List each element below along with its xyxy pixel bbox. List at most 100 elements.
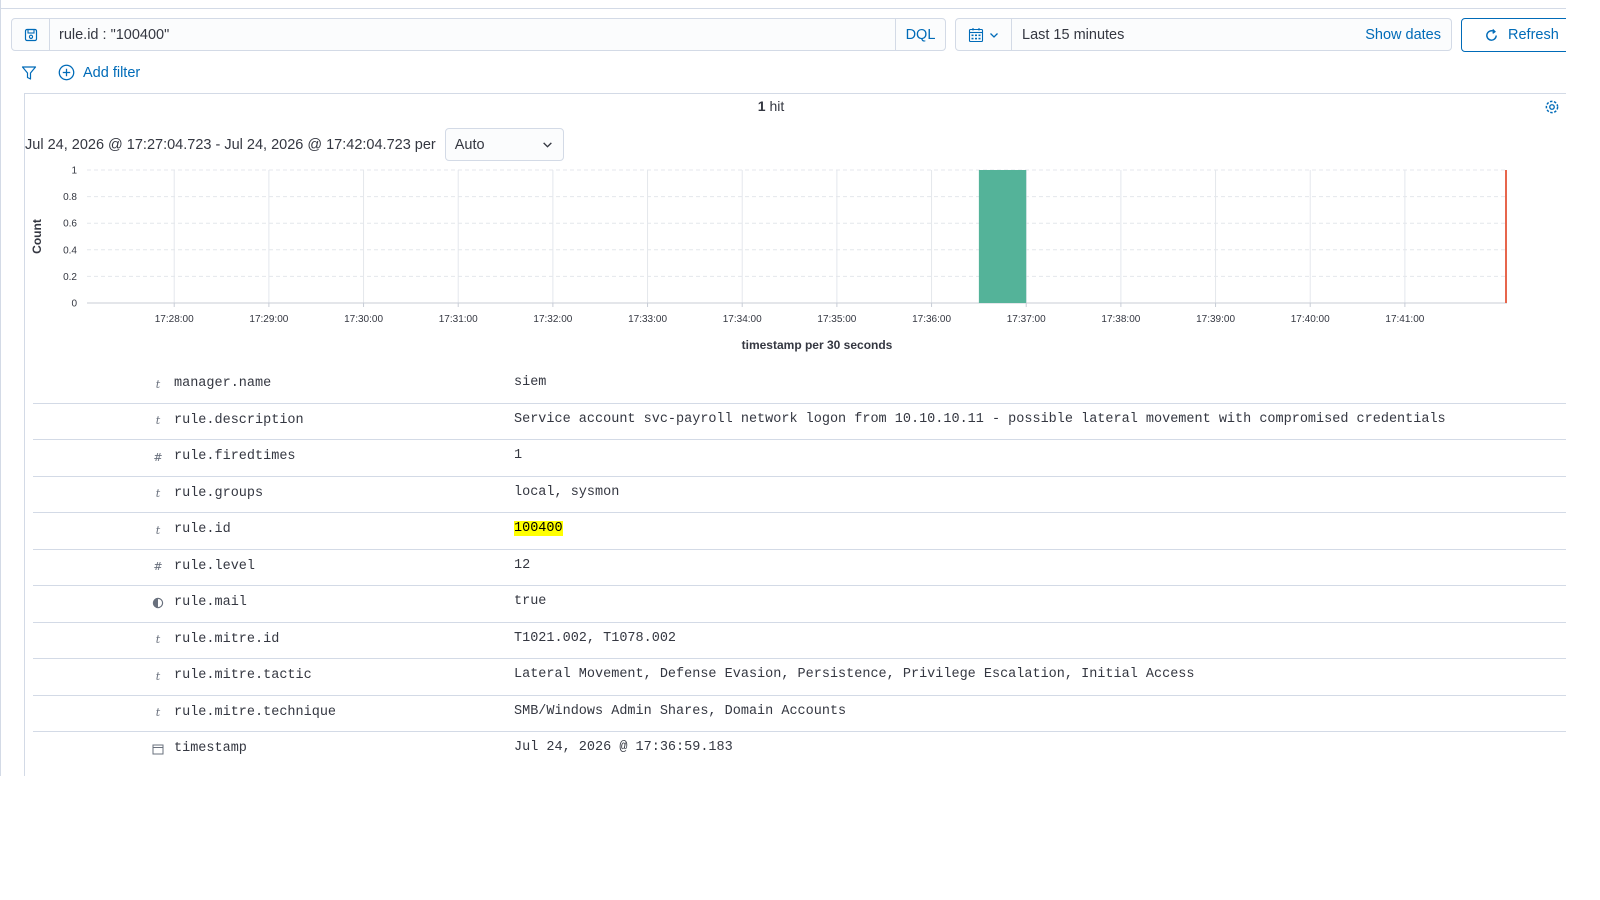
y-tick-label: 0.8 (63, 192, 77, 203)
field-name: manager.name (174, 376, 272, 391)
table-row: # rule.firedtimes 1 (33, 440, 1566, 477)
gear-icon (1545, 100, 1559, 114)
hit-count: 1 hit (1, 98, 1541, 114)
field-value: 12 (514, 557, 531, 573)
table-row: rule.mail true (33, 586, 1566, 623)
boolean-field-icon (151, 596, 165, 610)
y-tick-label: 0.6 (63, 219, 77, 230)
field-name: timestamp (174, 741, 247, 756)
string-field-icon: t (155, 377, 161, 391)
top-divider (1, 8, 1566, 9)
interval-row: Jul 24, 2026 @ 17:27:04.723 - Jul 24, 20… (25, 128, 564, 161)
field-name: rule.mitre.technique (174, 704, 337, 720)
discover-app: DQL Last 15 minutes Show dates Refresh (0, 0, 1566, 776)
x-tick-label: 17:37:00 (1007, 314, 1046, 325)
save-icon (24, 28, 37, 41)
number-field-icon: # (153, 560, 163, 573)
field-name: rule.description (174, 412, 304, 428)
quick-select-button[interactable] (956, 19, 1012, 50)
field-value: 1 (514, 448, 523, 463)
document-fields-table: t manager.name siem t rule.description Servic… (33, 367, 1566, 769)
table-row: t rule.description Service account svc-pay… (33, 404, 1566, 440)
x-tick-label: 17:28:00 (155, 314, 194, 325)
x-tick-label: 17:30:00 (344, 314, 383, 325)
add-filter-button[interactable]: Add filter (58, 64, 140, 81)
date-range-display[interactable]: Last 15 minutes (1012, 27, 1365, 43)
table-row: t rule.id 100400 (33, 513, 1566, 550)
x-tick-label: 17:36:00 (912, 314, 951, 325)
query-bar: DQL (11, 18, 946, 51)
y-tick-label: 0.4 (63, 245, 77, 256)
x-tick-label: 17:29:00 (249, 314, 288, 325)
string-field-icon: t (155, 633, 161, 646)
interval-select[interactable]: Auto (444, 128, 564, 161)
x-tick-label: 17:41:00 (1385, 314, 1424, 325)
table-row: t rule.groups local, sysmon (33, 477, 1566, 513)
x-tick-label: 17:31:00 (439, 314, 478, 325)
hit-count-number: 1 (757, 98, 766, 114)
chart-options-button[interactable] (1543, 98, 1561, 121)
field-name: rule.groups (174, 485, 264, 501)
number-field-icon: # (153, 450, 163, 464)
x-tick-label: 17:39:00 (1196, 314, 1235, 325)
field-value: true (514, 594, 547, 609)
field-value: Jul 24, 2026 @ 17:36:59.183 (514, 740, 733, 755)
string-field-icon: t (155, 523, 161, 537)
add-filter-label: Add filter (83, 64, 141, 81)
hit-count-word: hit (769, 98, 785, 114)
refresh-button[interactable]: Refresh (1461, 18, 1566, 52)
x-tick-label: 17:33:00 (628, 314, 667, 325)
y-tick-label: 0.2 (63, 272, 77, 283)
filter-icon (21, 66, 37, 80)
x-tick-label: 17:40:00 (1291, 314, 1330, 325)
x-tick-label: 17:35:00 (817, 314, 856, 325)
calendar-icon (968, 27, 984, 42)
field-value: 100400 (514, 521, 563, 536)
field-value: Service account svc-payroll network logo… (514, 411, 1446, 427)
table-row: t rule.mitre.tactic Lateral Movement, Defe… (33, 659, 1566, 696)
y-axis-title: Count (30, 219, 44, 254)
chevron-down-icon (542, 142, 552, 148)
field-value: local, sysmon (514, 484, 620, 500)
field-name: rule.id (174, 522, 231, 537)
y-tick-label: 1 (71, 166, 77, 177)
refresh-icon (1486, 28, 1497, 41)
query-input[interactable] (50, 19, 895, 50)
table-row: timestamp Jul 24, 2026 @ 17:36:59.183 (33, 732, 1566, 769)
filter-menu-button[interactable] (21, 65, 37, 86)
chevron-down-icon (990, 32, 998, 38)
field-name: rule.level (174, 558, 256, 574)
field-value: Lateral Movement, Defense Evasion, Persi… (514, 667, 1195, 682)
table-row: t rule.mitre.id T1021.002, T1078.002 (33, 623, 1566, 659)
x-tick-label: 17:38:00 (1101, 314, 1140, 325)
saved-query-button[interactable] (12, 19, 50, 50)
x-axis-title: timestamp per 30 seconds (742, 338, 893, 352)
refresh-label: Refresh (1508, 27, 1559, 43)
field-name: rule.firedtimes (174, 449, 296, 464)
search-highlight: 100400 (514, 521, 563, 536)
table-row: # rule.level 12 (33, 550, 1566, 586)
plus-circle-icon (58, 64, 75, 81)
histogram-chart: 0 0.2 0.4 0.6 0.8 1 17:28:00 17:29:00 17:30:00 17… (30, 166, 1507, 352)
time-range-text: Jul 24, 2026 @ 17:27:04.723 - Jul 24, 20… (25, 136, 436, 153)
field-value: siem (514, 375, 547, 390)
x-tick-label: 17:32:00 (533, 314, 572, 325)
y-tick-label: 0 (71, 299, 77, 310)
date-field-icon (151, 742, 165, 756)
table-row: t manager.name siem (33, 367, 1566, 404)
field-name: rule.mitre.tactic (174, 668, 312, 683)
table-row: t rule.mitre.technique SMB/Windows Admin S… (33, 696, 1566, 732)
interval-selected-value: Auto (454, 136, 485, 153)
x-tick-label: 17:34:00 (723, 314, 762, 325)
string-field-icon: t (155, 487, 161, 500)
string-field-icon: t (155, 706, 161, 719)
query-language-button[interactable]: DQL (895, 19, 945, 50)
field-value: T1021.002, T1078.002 (514, 630, 677, 646)
string-field-icon: t (155, 669, 161, 683)
field-name: rule.mitre.id (174, 631, 280, 647)
date-picker: Last 15 minutes Show dates (955, 18, 1452, 51)
show-dates-button[interactable]: Show dates (1365, 27, 1451, 43)
histogram-bar (978, 170, 1027, 303)
string-field-icon: t (155, 414, 161, 427)
field-name: rule.mail (174, 595, 247, 610)
